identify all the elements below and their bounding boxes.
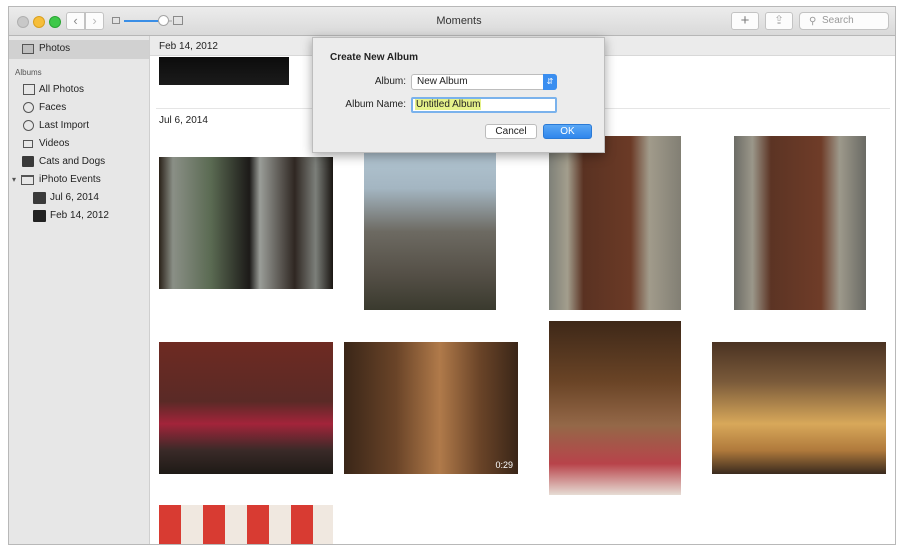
video-thumbnail[interactable]: 0:29 [344,342,518,474]
close-window-button[interactable] [17,16,29,28]
sidebar-item-label: Videos [39,138,70,149]
cancel-button[interactable]: Cancel [485,124,537,139]
sidebar-item-label: Last Import [39,120,90,131]
photos-icon [22,44,34,54]
photo-thumbnail[interactable] [712,342,886,474]
clock-icon [23,120,34,131]
sidebar-item-jul-6-2014[interactable]: Jul 6, 2014 [9,189,149,206]
sidebar-item-iphoto-events[interactable]: ▾ iPhoto Events [9,171,149,188]
section-date: Jul 6, 2014 [159,115,208,126]
disclosure-triangle-icon[interactable]: ▾ [12,171,16,188]
folder-icon [21,175,34,185]
zoom-slider-knob[interactable] [158,15,169,26]
albums-heading: Albums [15,68,42,77]
search-placeholder: Search [822,15,854,26]
album-select-value: New Album [417,76,468,87]
minimize-window-button[interactable] [33,16,45,28]
sidebar-item-label: iPhoto Events [39,174,101,185]
album-name-label: Album Name: [345,99,406,110]
video-duration-label: 0:29 [495,460,513,470]
sidebar-item-cats-and-dogs[interactable]: Cats and Dogs [9,153,149,170]
photos-window: ‹ › Moments + ⇪ ⚲ Search Photos Albums A… [8,6,896,545]
ok-button[interactable]: OK [543,124,592,139]
video-icon [23,140,33,148]
album-label: Album: [374,76,406,87]
sidebar-item-all-photos[interactable]: All Photos [9,81,149,98]
window-title: Moments [436,15,482,27]
forward-button[interactable]: › [85,12,104,30]
chevron-down-icon: ⇵ [543,74,557,90]
sidebar: Photos Albums All Photos Faces Last Impo… [9,36,150,544]
sidebar-item-photos[interactable]: Photos [9,40,149,59]
sidebar-item-faces[interactable]: Faces [9,99,149,116]
back-button[interactable]: ‹ [66,12,85,30]
add-button[interactable]: + [731,12,759,30]
all-photos-icon [23,84,35,95]
zoom-in-icon [173,16,183,25]
toolbar: ‹ › Moments + ⇪ ⚲ Search [9,7,895,36]
dialog-title: Create New Album [330,52,418,63]
zoom-window-button[interactable] [49,16,61,28]
album-name-input[interactable]: Untitled Album [411,97,557,113]
event-thumb-icon [33,210,46,222]
photo-thumbnail[interactable] [549,136,681,310]
faces-icon [23,102,34,113]
photo-thumbnail[interactable] [734,136,866,310]
photo-thumbnail[interactable] [159,505,333,544]
photo-thumbnail[interactable] [159,57,289,85]
photo-thumbnail[interactable] [159,342,333,474]
search-icon: ⚲ [809,16,817,27]
photo-thumbnail[interactable] [364,136,496,310]
search-field[interactable]: ⚲ Search [799,12,889,30]
sidebar-item-label: Feb 14, 2012 [50,210,109,221]
share-button[interactable]: ⇪ [765,12,793,30]
sidebar-item-label: Jul 6, 2014 [50,192,99,203]
event-thumb-icon [33,192,46,204]
sidebar-item-videos[interactable]: Videos [9,135,149,152]
sidebar-item-last-import[interactable]: Last Import [9,117,149,134]
photo-thumbnail[interactable] [159,157,333,289]
sidebar-item-label: Faces [39,102,67,113]
section-date: Feb 14, 2012 [159,41,218,52]
sidebar-item-feb-14-2012[interactable]: Feb 14, 2012 [9,207,149,224]
sidebar-item-label: Cats and Dogs [39,156,106,167]
sidebar-item-label: Photos [39,43,71,54]
album-thumb-icon [22,156,34,167]
photo-thumbnail[interactable] [549,321,681,495]
zoom-out-icon [112,17,120,24]
sidebar-item-label: All Photos [39,84,85,95]
create-album-dialog: Create New Album Album: New Album ⇵ Albu… [312,37,605,153]
album-name-value: Untitled Album [415,99,482,110]
album-select[interactable]: New Album ⇵ [411,74,557,90]
